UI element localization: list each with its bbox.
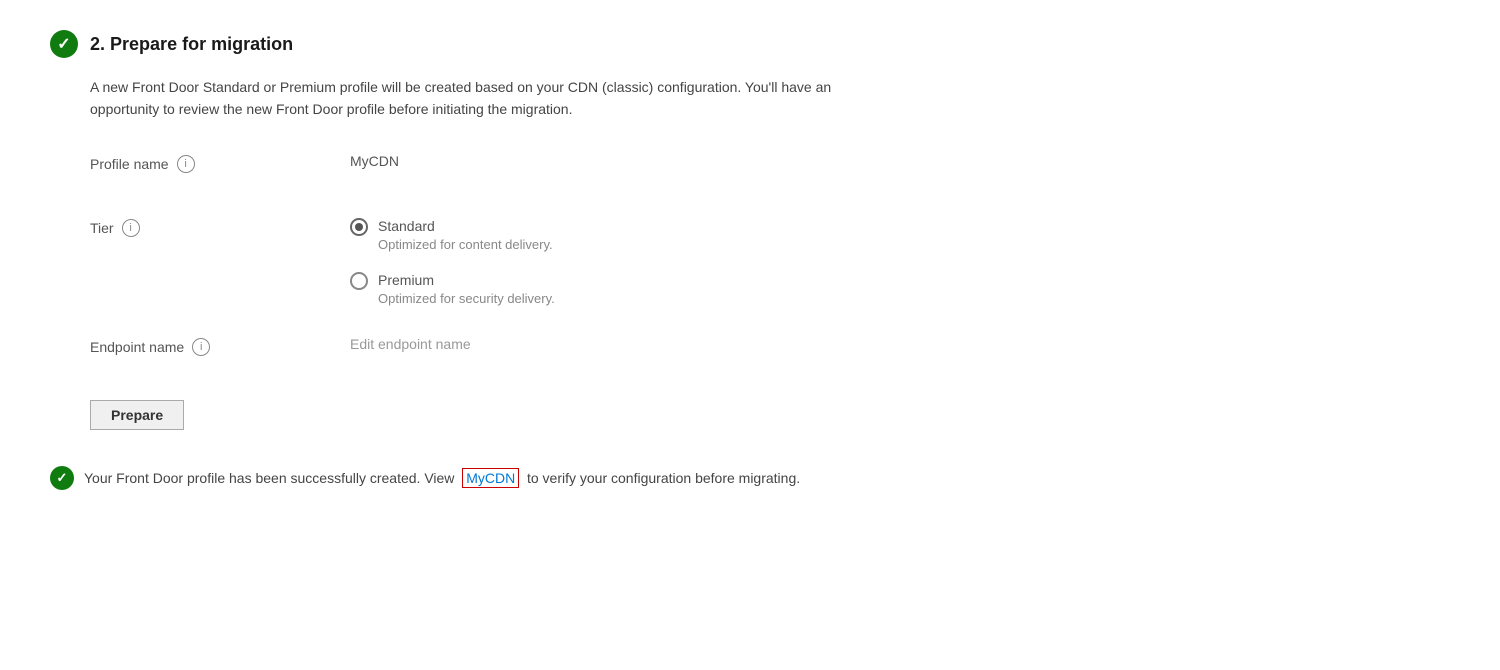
endpoint-name-label-col: Endpoint name i [90,336,350,356]
tier-standard-text: Standard Optimized for content delivery. [378,217,553,255]
profile-name-label-col: Profile name i [90,153,350,173]
endpoint-name-info-icon[interactable]: i [192,338,210,356]
form-container: Profile name i MyCDN Tier i Standard Opt [90,153,1450,373]
endpoint-name-value-col: Edit endpoint name [350,336,1450,354]
tier-premium-text: Premium Optimized for security delivery. [378,271,555,309]
profile-name-value: MyCDN [350,151,399,169]
success-text-after: to verify your configuration before migr… [527,470,800,486]
tier-standard-name: Standard [378,217,553,237]
success-check-icon [50,466,74,490]
tier-options: Standard Optimized for content delivery.… [350,217,1450,309]
success-text-before: Your Front Door profile has been success… [84,470,454,486]
success-text: Your Front Door profile has been success… [84,470,800,486]
tier-option-premium[interactable]: Premium Optimized for security delivery. [350,271,1450,309]
profile-name-row: Profile name i MyCDN [90,153,1450,189]
step-check-icon [50,30,78,58]
tier-label-col: Tier i [90,217,350,237]
tier-options-col: Standard Optimized for content delivery.… [350,217,1450,309]
tier-row: Tier i Standard Optimized for content de… [90,217,1450,309]
success-mycdn-link[interactable]: MyCDN [462,468,519,488]
profile-name-info-icon[interactable]: i [177,155,195,173]
section-title: 2. Prepare for migration [90,34,293,55]
profile-name-label: Profile name [90,156,169,172]
tier-standard-desc: Optimized for content delivery. [378,236,553,254]
endpoint-name-row: Endpoint name i Edit endpoint name [90,336,1450,372]
tier-radio-premium[interactable] [350,272,368,290]
tier-radio-standard[interactable] [350,218,368,236]
tier-label: Tier [90,220,114,236]
tier-option-standard[interactable]: Standard Optimized for content delivery. [350,217,1450,255]
section-header: 2. Prepare for migration [50,30,1450,58]
tier-premium-desc: Optimized for security delivery. [378,290,555,308]
endpoint-name-placeholder: Edit endpoint name [350,334,471,352]
tier-radio-standard-inner [355,223,363,231]
prepare-button[interactable]: Prepare [90,400,184,430]
profile-name-value-col: MyCDN [350,153,1450,171]
endpoint-name-label: Endpoint name [90,339,184,355]
tier-premium-name: Premium [378,271,555,291]
tier-info-icon[interactable]: i [122,219,140,237]
section-description: A new Front Door Standard or Premium pro… [90,76,990,121]
success-message-row: Your Front Door profile has been success… [50,466,1450,490]
